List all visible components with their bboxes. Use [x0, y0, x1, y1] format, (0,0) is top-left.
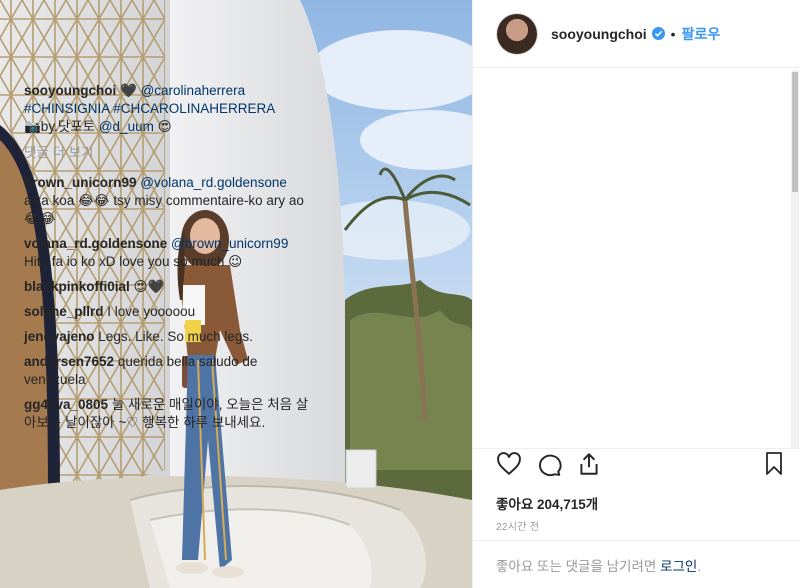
share-icon[interactable]: [576, 451, 602, 482]
post-time[interactable]: 22시간 전: [496, 518, 539, 533]
login-link[interactable]: 로그인: [660, 559, 697, 574]
caption-hashtags[interactable]: #CHINSIGNIA #CHCAROLINAHERRERA: [24, 101, 275, 116]
comment-username[interactable]: jenoyajeno: [24, 329, 95, 344]
comments-scrollbar[interactable]: [791, 70, 799, 448]
verified-badge-icon: [651, 27, 665, 40]
comment-item: blackpinkoffi0ial 😍🖤: [24, 278, 314, 296]
comment-username[interactable]: volana_rd.goldensone: [24, 236, 167, 251]
comment-mention[interactable]: @volana_rd.goldensone: [140, 175, 287, 190]
comment-icon[interactable]: [536, 451, 562, 482]
heart-icon[interactable]: [496, 451, 522, 482]
comment-mention[interactable]: @brown_unicorn99: [171, 236, 288, 251]
comment-text: 😍🖤: [133, 279, 165, 294]
comments-list: sooyoungchoi 🖤 @carolinaherrera #CHINSIG…: [24, 82, 314, 444]
caption-credit-emoji: 😍: [157, 119, 172, 134]
view-more-comments-button[interactable]: 댓글 더 보기: [24, 144, 314, 162]
comment-text: I love yooooou: [107, 304, 196, 319]
comment-text: Hita fa io ko xD love you so much 😉: [24, 254, 243, 269]
login-prompt-text: 좋아요 또는 댓글을 남기려면: [496, 559, 657, 574]
header-username[interactable]: sooyoungchoi: [551, 26, 647, 42]
caption-username[interactable]: sooyoungchoi: [24, 83, 116, 98]
caption: sooyoungchoi 🖤 @carolinaherrera #CHINSIG…: [24, 82, 314, 136]
bookmark-icon[interactable]: [762, 451, 786, 482]
comment-item: volana_rd.goldensone @brown_unicorn99 Hi…: [24, 235, 314, 271]
post-header: sooyoungchoi • 팔로우: [473, 0, 800, 68]
caption-credit: 📷by.닷포토: [24, 119, 96, 134]
comment-item: brown_unicorn99 @volana_rd.goldensone ai…: [24, 174, 314, 228]
comment-username[interactable]: solene_pllrd: [24, 304, 104, 319]
avatar[interactable]: [497, 13, 537, 54]
caption-mention[interactable]: @carolinaherrera: [141, 83, 246, 98]
comment-username[interactable]: brown_unicorn99: [24, 175, 137, 190]
comment-item: andersen7652 querida bella saludo de ven…: [24, 353, 314, 389]
comment-username[interactable]: blackpinkoffi0ial: [24, 279, 130, 294]
comment-username[interactable]: gg4eva_0805: [24, 397, 108, 412]
comment-username[interactable]: andersen7652: [24, 354, 114, 369]
likes-count[interactable]: 좋아요 204,715개: [496, 493, 598, 513]
comment-text: aiza koa 😂😂 tsy misy commentaire-ko ary …: [24, 193, 304, 226]
action-bar: [472, 448, 800, 488]
login-prompt-bar: 좋아요 또는 댓글을 남기려면 로그인.: [472, 540, 800, 588]
scrollbar-thumb[interactable]: [792, 72, 798, 192]
comment-item: jenoyajeno Legs. Like. So much legs.: [24, 328, 314, 346]
comment-item: gg4eva_0805 늘 새로운 매일이야, 오늘은 처음 살아보는 날이잖아…: [24, 396, 314, 432]
comment-item: solene_pllrd I love yooooou: [24, 303, 314, 321]
follow-button[interactable]: 팔로우: [682, 24, 721, 44]
login-prompt-suffix: .: [697, 559, 702, 574]
comment-text: Legs. Like. So much legs.: [98, 329, 253, 344]
separator-dot: •: [670, 25, 676, 42]
caption-credit-mention[interactable]: @d_uum: [99, 119, 154, 134]
caption-heart: 🖤: [120, 83, 137, 98]
